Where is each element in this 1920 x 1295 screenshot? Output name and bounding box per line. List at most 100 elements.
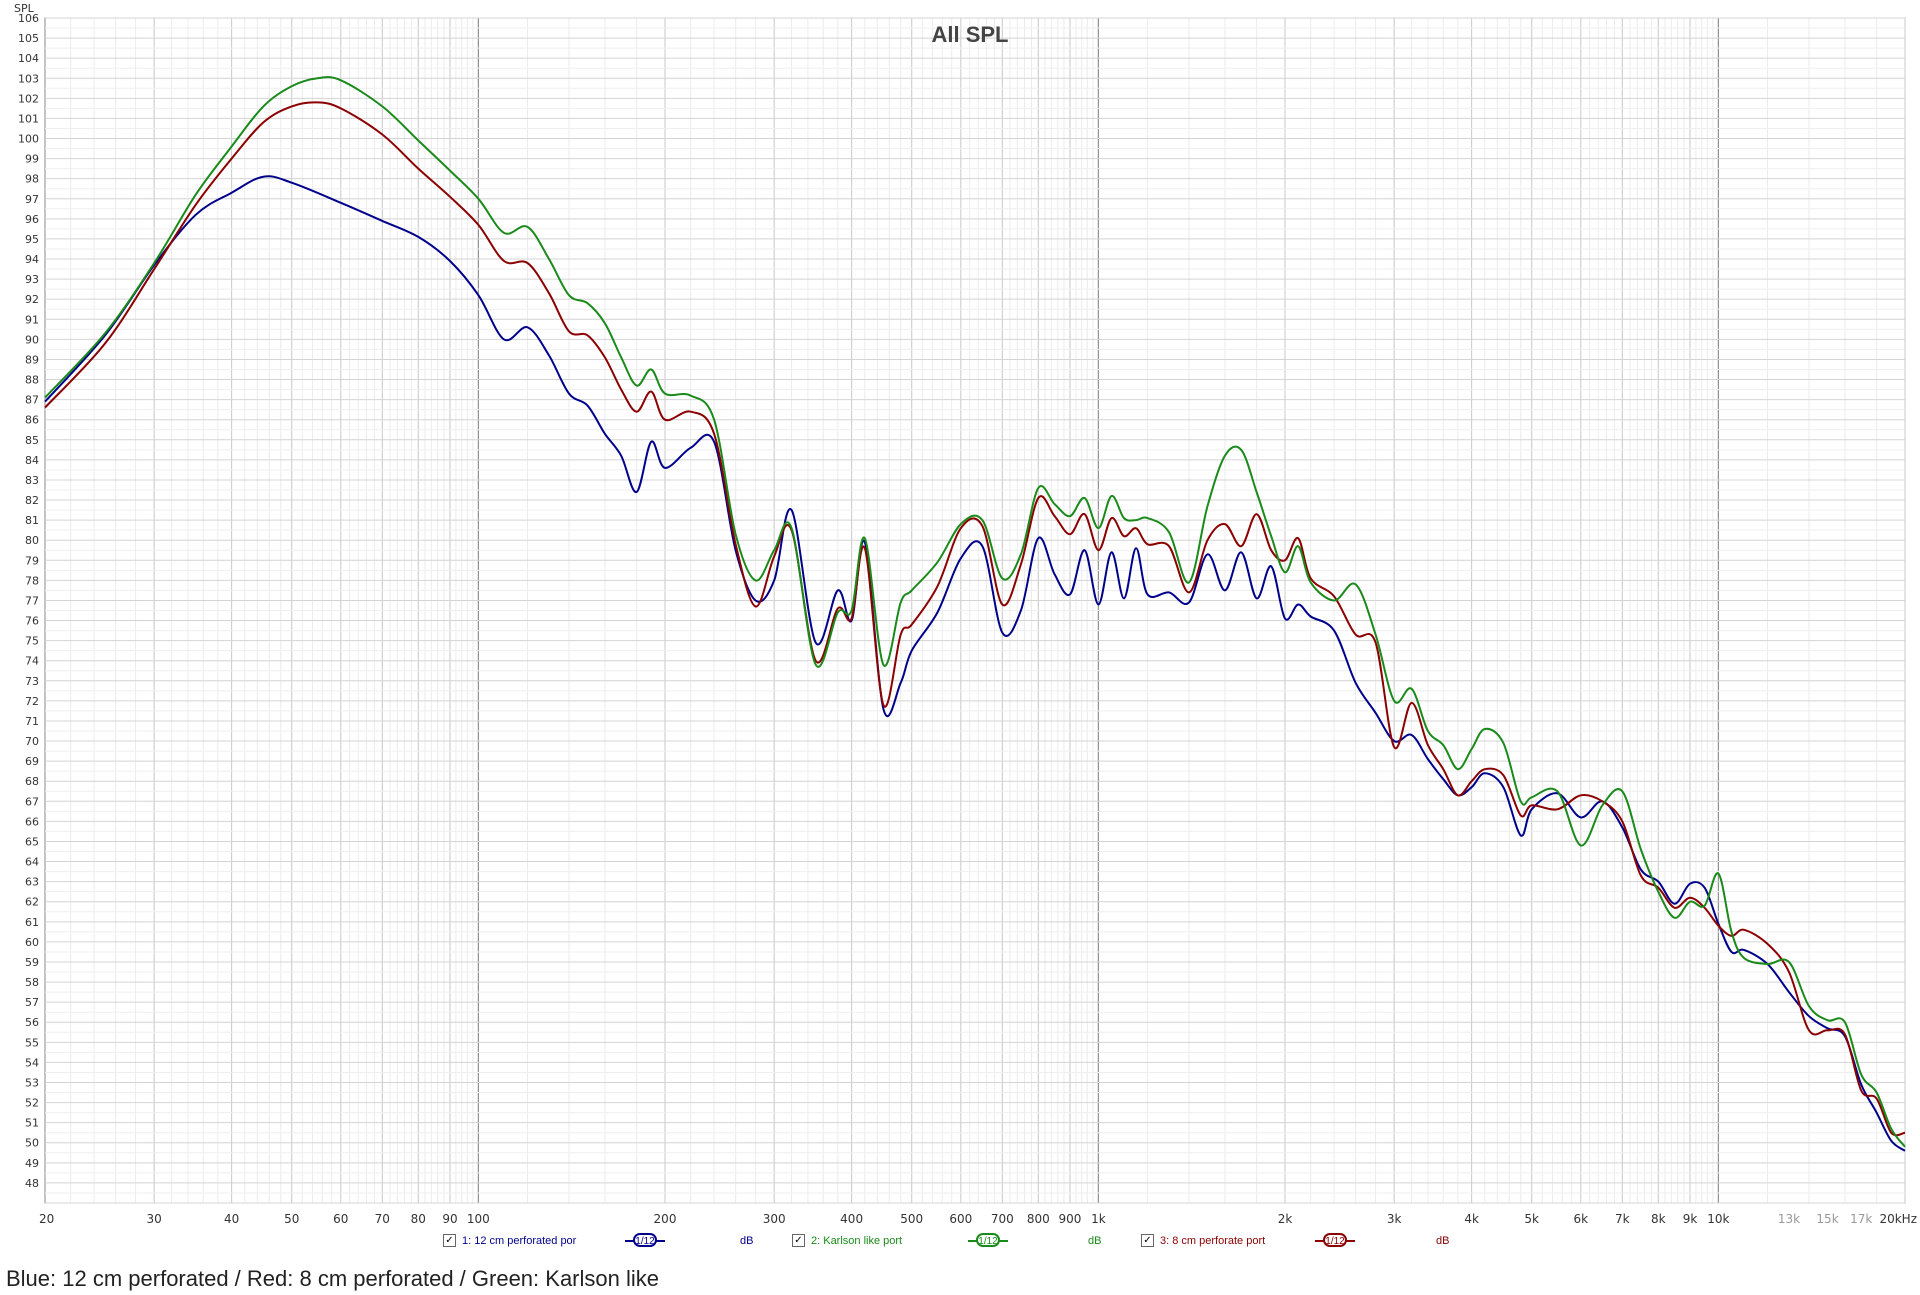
y-tick-label: 104 [18,52,39,65]
series-3-smoothing-value: 1/12 [1323,1233,1347,1247]
y-tick-label: 81 [25,514,39,527]
series-1-label: 1: 12 cm perforated por [462,1234,577,1247]
y-tick-label: 68 [25,775,39,788]
y-tick-label: 84 [25,454,39,467]
x-tick-label: 400 [840,1212,863,1226]
series-3-checkbox[interactable]: ✓ [1141,1234,1154,1247]
y-tick-label: 80 [25,534,39,547]
series-2-smoothing[interactable]: 1/12 [968,1233,1008,1247]
y-tick-label: 52 [25,1097,39,1110]
x-tick-label: 40 [224,1212,239,1226]
y-tick-label: 73 [25,675,39,688]
x-tick-label: 70 [375,1212,390,1226]
y-tick-label: 90 [25,333,39,346]
x-tick-label: 80 [411,1212,426,1226]
y-tick-label: 83 [25,474,39,487]
x-tick-label: 600 [949,1212,972,1226]
y-tick-label: 78 [25,574,39,587]
legend-item-2: ✓ 2: Karlson like port [792,1234,902,1247]
series-3-label: 3: 8 cm perforate port [1160,1234,1266,1247]
y-tick-label: 95 [25,233,39,246]
series-3-unit: dB [1436,1235,1450,1247]
y-tick-label: 76 [25,615,39,628]
y-tick-label: 50 [25,1137,39,1150]
y-tick-label: 64 [25,856,39,869]
series-2-checkbox[interactable]: ✓ [792,1234,805,1247]
series-1-checkbox[interactable]: ✓ [443,1234,456,1247]
x-tick-label: 900 [1059,1212,1082,1226]
y-tick-label: 69 [25,755,39,768]
x-tick-label: 20kHz [1879,1212,1917,1226]
x-tick-label: 8k [1651,1212,1666,1226]
x-axis: 20 30 40 50 60 70 80 90 100 200 300 400 500 600 700 800… [39,1212,1917,1226]
series-2-unit: dB [1088,1235,1102,1247]
y-tick-label: 105 [18,32,39,45]
x-tick-label: 13k [1778,1212,1800,1226]
y-tick-label: 97 [25,193,39,206]
series-1-unit: dB [740,1235,754,1247]
x-tick-label: 5k [1524,1212,1539,1226]
x-tick-label: 500 [900,1212,923,1226]
y-tick-label: 48 [25,1177,39,1190]
x-tick-label: 50 [284,1212,299,1226]
x-tick-label: 9k [1683,1212,1698,1226]
y-tick-label: 93 [25,273,39,286]
x-tick-label: 100 [467,1212,490,1226]
y-tick-label: 91 [25,313,39,326]
x-tick-label: 20 [39,1212,54,1226]
y-tick-label: 57 [25,996,39,1009]
chart-title: All SPL [931,22,1008,47]
x-tick-label: 4k [1464,1212,1479,1226]
y-tick-label: 51 [25,1117,39,1130]
spl-chart: 48 49 50 51 52 53 54 55 56 57 58 59 60 61 62 63 64 65 66 67… [14,2,1917,1226]
series-1-smoothing-value: 1/12 [633,1233,657,1247]
y-tick-label: 77 [25,594,39,607]
series-3-smoothing[interactable]: 1/12 [1315,1233,1355,1247]
series-1-smoothing[interactable]: 1/12 [625,1233,665,1247]
caption: Blue: 12 cm perforated / Red: 8 cm perfo… [6,1266,659,1291]
legend-item-1: ✓ 1: 12 cm perforated por [443,1234,576,1247]
y-tick-label: 82 [25,494,39,507]
x-tick-label: 15k [1816,1212,1838,1226]
y-tick-label: 99 [25,153,39,166]
x-tick-label: 6k [1574,1212,1589,1226]
x-tick-label: 60 [333,1212,348,1226]
y-tick-label: 66 [25,815,39,828]
y-tick-label: 88 [25,374,39,387]
series-2-smoothing-value: 1/12 [976,1233,1000,1247]
y-tick-label: 61 [25,916,39,929]
y-tick-label: 92 [25,293,39,306]
y-tick-label: 98 [25,173,39,186]
y-tick-label: 86 [25,414,39,427]
series-2-label: 2: Karlson like port [811,1234,903,1247]
x-tick-label: 3k [1387,1212,1402,1226]
y-tick-label: 58 [25,976,39,989]
y-tick-label: 85 [25,434,39,447]
y-tick-label: 79 [25,554,39,567]
y-tick-label: 49 [25,1157,39,1170]
x-tick-label: 90 [442,1212,457,1226]
y-tick-label: 53 [25,1076,39,1089]
y-tick-label: 75 [25,635,39,648]
y-tick-label: 67 [25,795,39,808]
y-tick-label: 60 [25,936,39,949]
y-tick-label: 65 [25,835,39,848]
x-tick-label: 30 [147,1212,162,1226]
y-axis-label: SPL [14,2,35,15]
x-tick-label: 700 [991,1212,1014,1226]
x-tick-label: 10k [1707,1212,1729,1226]
x-tick-label: 17k [1850,1212,1872,1226]
y-tick-label: 102 [18,92,39,105]
y-tick-label: 89 [25,353,39,366]
y-tick-label: 63 [25,876,39,889]
y-axis: 48 49 50 51 52 53 54 55 56 57 58 59 60 61 62 63 64 65 66 67… [18,12,39,1190]
y-tick-label: 94 [25,253,39,266]
y-tick-label: 59 [25,956,39,969]
x-tick-label: 2k [1278,1212,1293,1226]
y-tick-label: 54 [25,1056,39,1069]
y-tick-label: 103 [18,72,39,85]
y-tick-label: 72 [25,695,39,708]
x-tick-label: 300 [763,1212,786,1226]
y-tick-label: 71 [25,715,39,728]
y-tick-label: 62 [25,896,39,909]
